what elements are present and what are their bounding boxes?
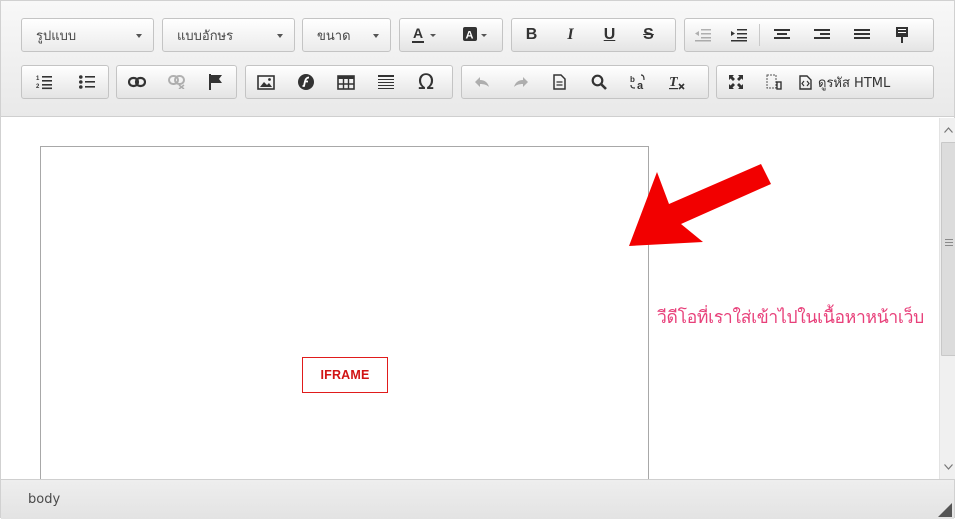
grip-icon: [945, 239, 953, 248]
flag-icon: [209, 74, 223, 90]
format-dropdown-label: รูปแบบ: [36, 28, 77, 44]
view-group: ดูรหัส HTML: [716, 65, 934, 99]
text-color-button[interactable]: A: [400, 19, 451, 51]
indent-icon: [731, 29, 747, 42]
view-source-label: ดูรหัส HTML: [818, 75, 891, 91]
text-color-icon: A: [411, 25, 436, 43]
align-right-button[interactable]: [802, 19, 842, 51]
chevron-down-icon: [373, 34, 379, 38]
image-icon: [257, 74, 275, 90]
image-button[interactable]: [246, 66, 286, 98]
scroll-down-arrow-icon[interactable]: [940, 458, 955, 475]
anchor-button[interactable]: [196, 66, 236, 98]
editor-statusbar: body: [1, 479, 954, 519]
outdent-icon: [695, 29, 711, 42]
indent-button[interactable]: [721, 19, 757, 51]
flash-icon: [298, 74, 314, 90]
link-button[interactable]: [117, 66, 157, 98]
numbered-list-icon: 1 2: [36, 76, 52, 90]
flash-button[interactable]: [286, 66, 326, 98]
block-style-button[interactable]: [882, 19, 922, 51]
toolbar-separator: [759, 24, 760, 46]
show-blocks-icon: [766, 74, 782, 90]
replace-icon: b a: [630, 74, 645, 90]
red-arrow-icon: [629, 164, 771, 246]
unlink-icon: [167, 75, 185, 89]
table-icon: [337, 74, 355, 90]
svg-text:a: a: [637, 80, 644, 90]
undo-icon: [474, 77, 489, 87]
link-group: [116, 65, 237, 99]
link-icon: [127, 76, 146, 88]
annotation-text: วีดีโอที่เราใส่เข้าไปในเนื้อหาหน้าเว็บ: [657, 308, 924, 328]
source-code-icon: [799, 74, 812, 90]
color-group: A A: [399, 18, 503, 52]
chevron-down-icon: [136, 34, 142, 38]
replace-button[interactable]: b a: [618, 66, 657, 98]
vertical-scrollbar[interactable]: [939, 118, 955, 479]
svg-text:A: A: [413, 25, 423, 41]
format-dropdown[interactable]: รูปแบบ: [21, 18, 154, 52]
iframe-placeholder[interactable]: IFRAME: [40, 146, 649, 479]
scrollbar-thumb[interactable]: [941, 142, 955, 356]
svg-text:1: 1: [36, 76, 40, 82]
font-dropdown[interactable]: แบบอักษร: [162, 18, 295, 52]
align-center-icon: [774, 29, 790, 39]
underline-button[interactable]: U: [590, 19, 629, 51]
maximize-icon: [729, 75, 743, 89]
editor-content-area[interactable]: IFRAME วีดีโอที่เราใส่เข้าไปในเนื้อหาหน้…: [1, 118, 939, 479]
editor-toolbar: รูปแบบ แบบอักษร ขนาด A A B I U S 1 2 Ω b…: [1, 1, 954, 117]
horizontal-rule-icon: [378, 75, 394, 89]
numbered-list-button[interactable]: 1 2: [22, 66, 65, 98]
special-char-button[interactable]: Ω: [406, 66, 446, 98]
strikethrough-button[interactable]: S: [629, 19, 668, 51]
text-block-icon: [896, 27, 908, 43]
svg-text:A: A: [465, 30, 473, 42]
scroll-up-arrow-icon[interactable]: [940, 121, 955, 138]
view-source-button[interactable]: ดูรหัส HTML: [793, 66, 923, 98]
outdent-button[interactable]: [685, 19, 721, 51]
svg-text:2: 2: [36, 84, 40, 90]
paragraph-group: [684, 18, 934, 52]
bullet-list-button[interactable]: [65, 66, 108, 98]
remove-format-button[interactable]: T: [657, 66, 696, 98]
background-color-button[interactable]: A: [451, 19, 502, 51]
font-dropdown-label: แบบอักษร: [177, 28, 234, 44]
italic-button[interactable]: I: [551, 19, 590, 51]
iframe-label: IFRAME: [302, 357, 388, 393]
remove-format-icon: T: [668, 75, 685, 90]
document-icon: [553, 74, 566, 90]
align-justify-icon: [854, 29, 870, 39]
element-path[interactable]: body: [28, 492, 60, 507]
size-dropdown-label: ขนาด: [317, 28, 351, 44]
align-center-button[interactable]: [762, 19, 802, 51]
redo-icon: [513, 77, 528, 87]
align-right-icon: [814, 29, 830, 39]
size-dropdown[interactable]: ขนาด: [302, 18, 391, 52]
table-button[interactable]: [326, 66, 366, 98]
search-icon: [591, 74, 607, 90]
svg-text:T: T: [669, 75, 679, 90]
edit-group: b a T: [461, 65, 709, 99]
rich-text-editor: รูปแบบ แบบอักษร ขนาด A A B I U S 1 2 Ω b…: [0, 0, 955, 519]
undo-button[interactable]: [462, 66, 501, 98]
horizontal-rule-button[interactable]: [366, 66, 406, 98]
basic-styles-group: B I U S: [511, 18, 676, 52]
bullet-list-icon: [78, 75, 95, 89]
maximize-button[interactable]: [717, 66, 755, 98]
show-blocks-button[interactable]: [755, 66, 793, 98]
resize-handle-icon[interactable]: [938, 503, 952, 517]
background-color-icon: A: [462, 27, 487, 42]
unlink-button[interactable]: [157, 66, 197, 98]
align-justify-button[interactable]: [842, 19, 882, 51]
find-button[interactable]: [579, 66, 618, 98]
chevron-down-icon: [277, 34, 283, 38]
list-group: 1 2: [21, 65, 109, 99]
redo-button[interactable]: [501, 66, 540, 98]
bold-button[interactable]: B: [512, 19, 551, 51]
svg-text:b: b: [630, 75, 635, 84]
new-page-button[interactable]: [540, 66, 579, 98]
insert-group: Ω: [245, 65, 453, 99]
